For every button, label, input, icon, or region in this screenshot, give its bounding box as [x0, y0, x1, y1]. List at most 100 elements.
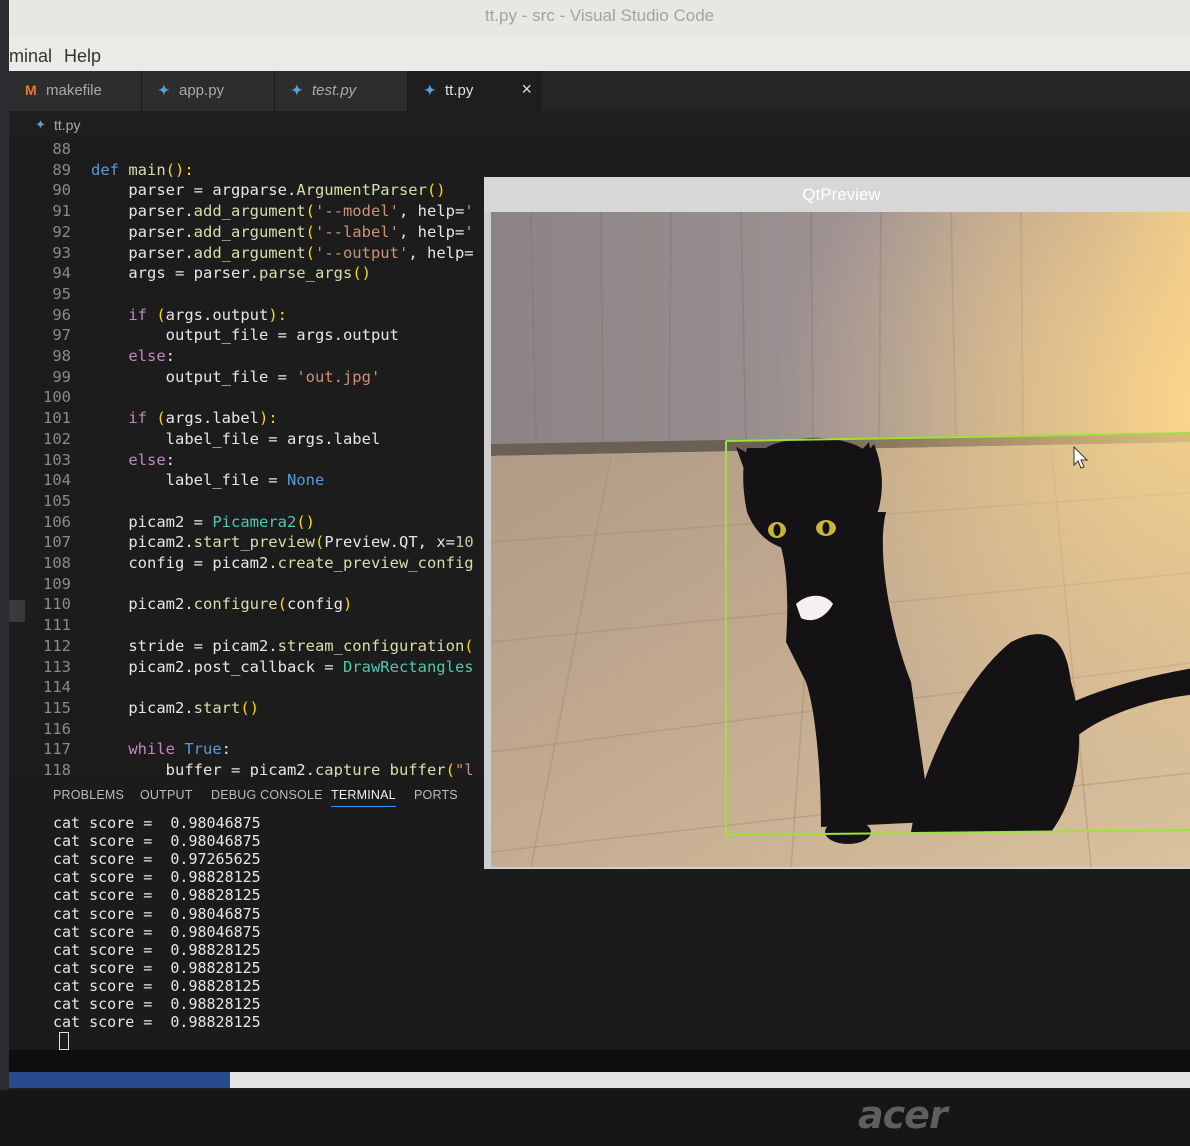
code-text: if (args.output): — [91, 305, 287, 326]
tab-label: makefile — [46, 82, 102, 99]
line-number: 91 — [52, 202, 71, 221]
qtpreview-title: QtPreview — [802, 185, 881, 204]
code-token: ): — [259, 409, 278, 428]
line-number: 109 — [43, 574, 71, 593]
code-token: def — [91, 160, 129, 179]
tab-debug-console[interactable]: DEBUG CONSOLE — [211, 788, 323, 802]
code-token: start_preview — [193, 533, 315, 552]
line-number: 118 — [43, 761, 71, 777]
qtpreview-title-bar[interactable]: QtPreview — [484, 177, 1190, 212]
tab-terminal[interactable]: TERMINAL — [331, 788, 396, 807]
code-token: config = picam2. — [128, 554, 278, 572]
code-text: stride = picam2.stream_configuration( — [91, 636, 474, 657]
code-token: add_argument — [193, 202, 306, 221]
python-icon: ✦ — [291, 82, 303, 98]
code-token: create_preview_config — [277, 554, 474, 572]
python-icon: ✦ — [424, 82, 436, 98]
mouse-pointer-icon — [1073, 446, 1089, 469]
code-token: ( — [305, 222, 315, 241]
tab-app-py[interactable]: ✦ app.py — [142, 71, 275, 111]
code-token: stream_configuration — [277, 636, 465, 655]
line-number: 113 — [43, 657, 71, 676]
code-line[interactable]: 88 — [9, 139, 709, 160]
code-token: ): — [268, 305, 287, 324]
code-token: ( — [156, 409, 166, 428]
code-text: picam2 = Picamera2() — [91, 512, 315, 533]
code-token: config — [287, 595, 343, 614]
code-token: picam2. — [128, 698, 194, 717]
code-token: Picamera2 — [212, 512, 297, 531]
camera-preview — [491, 212, 1190, 867]
code-token: add_argument — [193, 243, 306, 262]
code-token: picam2. — [128, 533, 194, 552]
breadcrumb-file[interactable]: tt.py — [54, 117, 80, 133]
tab-label: test.py — [312, 82, 357, 99]
title-bar: tt.py - src - Visual Studio Code — [9, 0, 1190, 36]
menu-help[interactable]: Help — [64, 46, 101, 67]
menu-bar: minal Help — [9, 36, 1190, 71]
code-token: ( — [305, 202, 315, 221]
code-token: : — [165, 347, 175, 365]
tab-ports[interactable]: PORTS — [414, 788, 458, 802]
terminal-line: cat score = 0.98828125 — [53, 886, 261, 905]
code-token: while — [128, 740, 185, 759]
code-token: ( — [314, 533, 325, 552]
code-token: ( — [464, 636, 474, 655]
editor-tab-bar: M makefile ✦ app.py ✦ test.py ✦ tt.py × — [9, 71, 1190, 111]
line-number: 108 — [43, 554, 71, 572]
code-token: ) — [343, 595, 353, 614]
code-token: ( — [156, 305, 166, 324]
terminal-line: cat score = 0.98828125 — [53, 868, 261, 887]
code-token: : — [165, 450, 175, 469]
tab-output[interactable]: OUTPUT — [140, 788, 193, 802]
terminal-line: cat score = 0.98828125 — [53, 976, 261, 995]
terminal-line: cat score = 0.98828125 — [53, 1013, 261, 1032]
tab-tt-py[interactable]: ✦ tt.py × — [408, 71, 541, 111]
code-token: label_file = args.label — [165, 429, 381, 448]
close-icon[interactable]: × — [521, 79, 532, 100]
line-number: 88 — [52, 140, 71, 158]
code-text: picam2.start() — [91, 698, 259, 719]
code-token: buffer = picam2. — [165, 761, 315, 777]
terminal-line: cat score = 0.98046875 — [53, 832, 261, 851]
code-token: help= — [417, 222, 465, 241]
code-token: parser. — [128, 243, 194, 262]
code-token: else — [128, 450, 166, 469]
qtpreview-window[interactable]: QtPreview — [484, 177, 1190, 869]
line-number: 110 — [43, 595, 71, 614]
code-token: parse_args — [258, 264, 353, 283]
code-token: if — [128, 409, 157, 428]
code-token: start — [193, 698, 241, 717]
line-number: 114 — [43, 678, 71, 697]
status-bar — [9, 1050, 1190, 1072]
code-token: parser. — [128, 222, 194, 241]
code-token: , — [398, 222, 418, 241]
line-number: 116 — [43, 719, 71, 738]
menu-terminal[interactable]: minal — [9, 46, 52, 67]
tab-test-py[interactable]: ✦ test.py — [275, 71, 408, 111]
tab-makefile[interactable]: M makefile — [9, 71, 142, 111]
code-token: '--label' — [314, 222, 399, 241]
code-text: label_file = None — [91, 470, 325, 491]
code-token: stride = picam2. — [128, 636, 278, 655]
code-token: Preview.QT, — [324, 533, 437, 552]
code-token: None — [286, 471, 325, 490]
line-number: 93 — [52, 243, 71, 262]
code-token: capture_buffer — [314, 761, 446, 777]
terminal-line: cat score = 0.97265625 — [53, 850, 261, 869]
line-number: 117 — [43, 740, 71, 759]
python-icon: ✦ — [35, 117, 46, 132]
monitor-bezel: acer — [0, 1090, 1190, 1146]
line-number: 94 — [52, 264, 71, 283]
line-number: 111 — [43, 616, 71, 635]
code-text: picam2.start_preview(Preview.QT, x=10 — [91, 532, 473, 553]
code-token: configure — [193, 595, 278, 614]
code-token: else — [128, 347, 166, 365]
code-token: args.label — [165, 409, 259, 428]
acer-logo: acer — [858, 1093, 948, 1137]
line-number: 98 — [52, 347, 71, 365]
code-token: x= — [436, 533, 455, 552]
code-text: parser.add_argument('--label', help=' — [91, 222, 473, 243]
tab-problems[interactable]: PROBLEMS — [53, 788, 124, 802]
code-token: 'out.jpg' — [296, 367, 381, 386]
